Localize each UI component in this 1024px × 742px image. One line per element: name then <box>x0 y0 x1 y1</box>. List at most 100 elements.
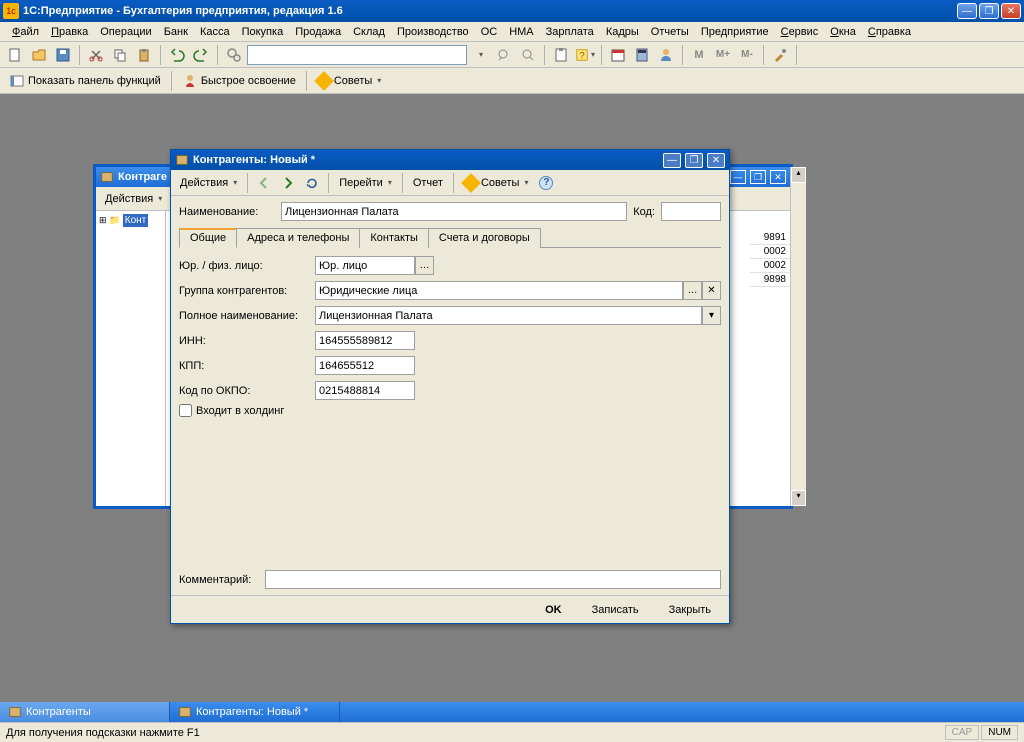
tab-general[interactable]: Общие <box>179 228 237 248</box>
tree-item[interactable]: Конт <box>123 214 149 227</box>
menu-os[interactable]: ОС <box>475 24 504 40</box>
menu-stock[interactable]: Склад <box>347 24 391 40</box>
save-button[interactable]: Записать <box>582 601 649 619</box>
new-icon[interactable] <box>4 44 26 66</box>
close-dialog-button[interactable]: Закрыть <box>659 601 721 619</box>
search-dropdown[interactable] <box>469 44 491 66</box>
menu-hr[interactable]: Кадры <box>600 24 645 40</box>
go-button[interactable]: Перейти <box>334 175 397 191</box>
menu-cash[interactable]: Касса <box>194 24 236 40</box>
find-icon[interactable] <box>223 44 245 66</box>
group-select-button[interactable]: … <box>683 281 702 300</box>
comment-input[interactable] <box>265 570 721 589</box>
nav-fwd-icon[interactable] <box>277 172 299 194</box>
menu-edit[interactable]: Правка <box>45 24 94 40</box>
group-clear-button[interactable]: ✕ <box>702 281 721 300</box>
code-input[interactable] <box>661 202 721 221</box>
show-panel-label: Показать панель функций <box>28 75 161 87</box>
dialog-footer: OK Записать Закрыть <box>171 595 729 623</box>
menu-sale[interactable]: Продажа <box>289 24 347 40</box>
menu-purchase[interactable]: Покупка <box>236 24 290 40</box>
inn-input[interactable] <box>315 331 415 350</box>
copy-icon[interactable] <box>109 44 131 66</box>
type-select-button[interactable]: … <box>415 256 434 275</box>
holding-checkbox[interactable] <box>179 404 192 417</box>
taskbar-item-dialog[interactable]: Контрагенты: Новый * <box>170 702 340 722</box>
taskbar-item-list[interactable]: Контрагенты <box>0 702 170 722</box>
name-label: Наименование: <box>179 206 275 218</box>
group-input[interactable] <box>315 281 683 300</box>
bg-minimize-icon[interactable]: — <box>730 170 746 184</box>
menu-bank[interactable]: Банк <box>158 24 194 40</box>
tab-addresses[interactable]: Адреса и телефоны <box>236 228 360 248</box>
minimize-button[interactable]: — <box>957 3 977 19</box>
calc-icon[interactable] <box>631 44 653 66</box>
dialog-tabs: Общие Адреса и телефоны Контакты Счета и… <box>179 227 721 248</box>
bg-scrollbar[interactable]: ▴ ▾ <box>790 167 806 506</box>
nav-back-icon[interactable] <box>253 172 275 194</box>
contractor-dialog: Контрагенты: Новый * — ❐ ✕ Действия Пере… <box>170 149 730 624</box>
ok-button[interactable]: OK <box>535 601 572 619</box>
menu-production[interactable]: Производство <box>391 24 475 40</box>
open-icon[interactable] <box>28 44 50 66</box>
bg-maximize-icon[interactable]: ❐ <box>750 170 766 184</box>
m-icon[interactable]: M <box>688 44 710 66</box>
find-next-icon[interactable] <box>517 44 539 66</box>
bg-tree[interactable]: ⊞ 📁 Конт <box>96 211 166 506</box>
app-icon: 1c <box>3 3 19 19</box>
tab-accounts[interactable]: Счета и договоры <box>428 228 541 248</box>
menu-service[interactable]: Сервис <box>775 24 825 40</box>
dialog-titlebar[interactable]: Контрагенты: Новый * — ❐ ✕ <box>171 150 729 170</box>
fullname-input[interactable] <box>315 306 702 325</box>
scroll-up-icon[interactable]: ▴ <box>791 167 806 183</box>
dialog-toolbar: Действия Перейти Отчет Советы ? <box>171 170 729 196</box>
cut-icon[interactable] <box>85 44 107 66</box>
menu-nma[interactable]: НМА <box>503 24 539 40</box>
menu-help[interactable]: Справка <box>862 24 917 40</box>
fullname-dropdown-button[interactable]: ▾ <box>702 306 721 325</box>
tab-contacts[interactable]: Контакты <box>359 228 429 248</box>
menu-reports[interactable]: Отчеты <box>645 24 695 40</box>
close-button[interactable]: ✕ <box>1001 3 1021 19</box>
dialog-tips-button[interactable]: Советы <box>459 174 534 192</box>
name-input[interactable] <box>281 202 627 221</box>
bg-actions-button[interactable]: Действия <box>100 191 167 207</box>
m-minus-icon[interactable]: M- <box>736 44 758 66</box>
status-bar: Для получения подсказки нажмите F1 CAP N… <box>0 722 1024 742</box>
dialog-minimize-icon[interactable]: — <box>663 153 681 168</box>
type-input[interactable] <box>315 256 415 275</box>
help-icon[interactable]: ? <box>574 44 596 66</box>
tools-icon[interactable] <box>769 44 791 66</box>
calendar-icon[interactable] <box>607 44 629 66</box>
refresh-icon[interactable] <box>301 172 323 194</box>
dialog-close-icon[interactable]: ✕ <box>707 153 725 168</box>
save-icon[interactable] <box>52 44 74 66</box>
undo-icon[interactable] <box>166 44 188 66</box>
dialog-actions-button[interactable]: Действия <box>175 175 242 191</box>
menu-operations[interactable]: Операции <box>94 24 157 40</box>
tips-button[interactable]: Советы <box>312 72 387 90</box>
scroll-down-icon[interactable]: ▾ <box>791 490 806 506</box>
menu-salary[interactable]: Зарплата <box>540 24 600 40</box>
dialog-maximize-icon[interactable]: ❐ <box>685 153 703 168</box>
search-input[interactable] <box>247 45 467 65</box>
clipboard-icon[interactable] <box>550 44 572 66</box>
bg-close-icon[interactable]: ✕ <box>770 170 786 184</box>
kpp-input[interactable] <box>315 356 415 375</box>
dialog-help-icon[interactable]: ? <box>535 172 557 194</box>
menu-enterprise[interactable]: Предприятие <box>695 24 775 40</box>
list-cell: 0002 <box>750 245 790 259</box>
menu-file[interactable]: Файл <box>6 24 45 40</box>
menu-windows[interactable]: Окна <box>824 24 862 40</box>
redo-icon[interactable] <box>190 44 212 66</box>
find-prev-icon[interactable] <box>493 44 515 66</box>
show-panel-button[interactable]: Показать панель функций <box>4 71 166 91</box>
okpo-input[interactable] <box>315 381 415 400</box>
users-icon[interactable] <box>655 44 677 66</box>
quick-learn-button[interactable]: Быстрое освоение <box>177 71 301 91</box>
list-cell: 9891 <box>750 231 790 245</box>
report-button[interactable]: Отчет <box>408 175 448 191</box>
m-plus-icon[interactable]: M+ <box>712 44 734 66</box>
maximize-button[interactable]: ❐ <box>979 3 999 19</box>
paste-icon[interactable] <box>133 44 155 66</box>
